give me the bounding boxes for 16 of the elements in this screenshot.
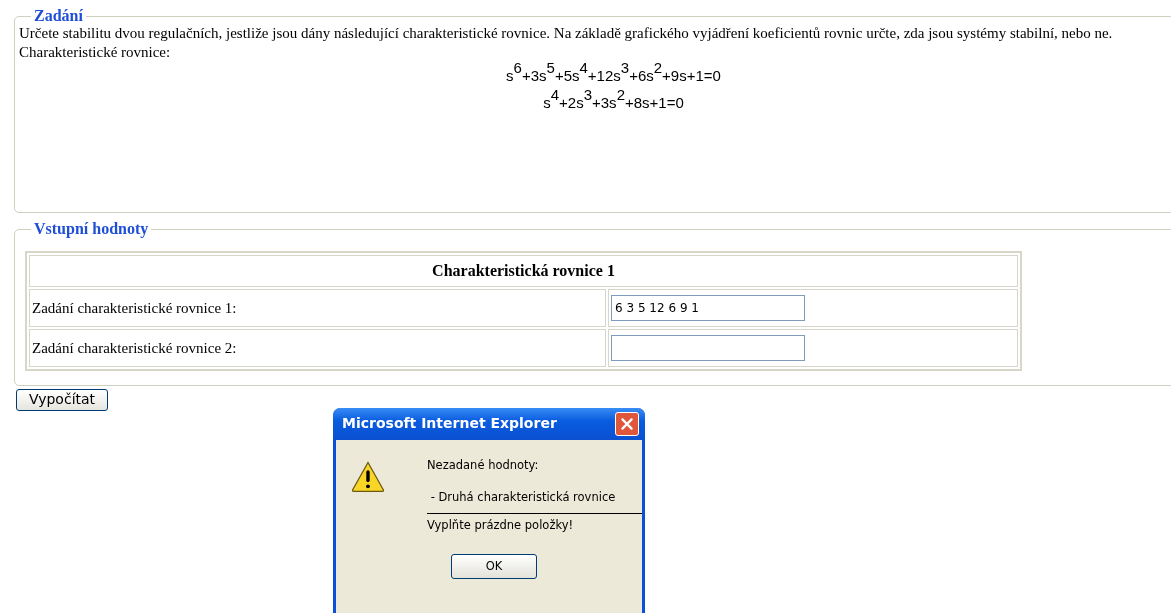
dialog-message: Vyplňte prázdne položky! (427, 517, 575, 533)
table-cell: Zadání charakteristické rovnice 2: (29, 329, 606, 367)
dialog-message: - Druhá charakteristická rovnice (429, 490, 617, 505)
calculate-button[interactable]: Vypočítat (16, 389, 109, 411)
section-legend: Vstupní hodnoty (31, 221, 152, 237)
input-field[interactable]: 6 3 5 12 6 9 1 (611, 295, 805, 321)
section-legend: Zadání (31, 8, 86, 24)
dialog-title: Microsoft Internet Explorer (342, 415, 557, 433)
assignment-text: Určete stabilitu dvou regulačních, jestliže jsou dány následující charakteristické rovnice. Na základě grafického vyjádření koeficientů rovnic určte, zda jsou systémy stabilní, nebo ne. (19, 24, 1114, 43)
ok-button[interactable]: OK (451, 554, 537, 580)
close-icon[interactable] (615, 412, 639, 436)
table-heading: Charakteristická rovnice 1 (29, 255, 1018, 287)
equations-label: Charakteristické rovnice: (19, 42, 172, 62)
input-field[interactable] (611, 335, 805, 361)
table-cell: Zadání charakteristické rovnice 1: (29, 289, 606, 327)
dialog-message: Nezadané hodnoty: (427, 458, 540, 473)
